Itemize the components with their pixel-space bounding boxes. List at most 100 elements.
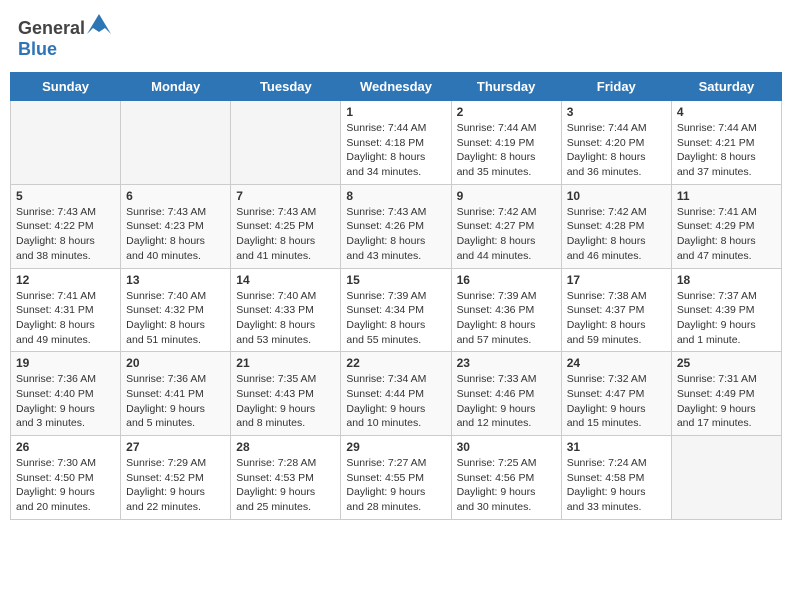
calendar-cell: 22 Sunrise: 7:34 AM Sunset: 4:44 PM Dayli…	[341, 352, 451, 436]
day-header-wednesday: Wednesday	[341, 73, 451, 101]
day-number: 26	[16, 440, 115, 454]
calendar-cell: 18Sunrise: 7:37 AM Sunset: 4:39 PM Dayli…	[671, 268, 781, 352]
day-info: Sunrise: 7:32 AM Sunset: 4:47 PM Dayligh…	[567, 372, 666, 431]
day-number: 31	[567, 440, 666, 454]
day-info: Sunrise: 7:44 AM Sunset: 4:20 PM Dayligh…	[567, 121, 666, 180]
calendar-cell	[671, 436, 781, 520]
calendar-cell: 12 Sunrise: 7:41 AM Sunset: 4:31 PM Dayli…	[11, 268, 121, 352]
day-header-monday: Monday	[121, 73, 231, 101]
calendar-cell: 16 Sunrise: 7:39 AM Sunset: 4:36 PM Dayli…	[451, 268, 561, 352]
logo: General Blue	[18, 14, 111, 60]
calendar-cell: 10 Sunrise: 7:42 AM Sunset: 4:28 PM Dayli…	[561, 184, 671, 268]
day-info: Sunrise: 7:31 AM Sunset: 4:49 PM Dayligh…	[677, 372, 776, 431]
calendar-cell: 24 Sunrise: 7:32 AM Sunset: 4:47 PM Dayli…	[561, 352, 671, 436]
calendar-cell: 19 Sunrise: 7:36 AM Sunset: 4:40 PM Dayli…	[11, 352, 121, 436]
day-number: 14	[236, 273, 335, 287]
day-number: 7	[236, 189, 335, 203]
calendar-cell: 5 Sunrise: 7:43 AM Sunset: 4:22 PM Daylig…	[11, 184, 121, 268]
day-info: Sunrise: 7:41 AM Sunset: 4:31 PM Dayligh…	[16, 289, 115, 348]
day-info: Sunrise: 7:27 AM Sunset: 4:55 PM Dayligh…	[346, 456, 445, 515]
day-number: 15	[346, 273, 445, 287]
day-info: Sunrise: 7:38 AM Sunset: 4:37 PM Dayligh…	[567, 289, 666, 348]
day-info: Sunrise: 7:43 AM Sunset: 4:25 PM Dayligh…	[236, 205, 335, 264]
calendar-cell	[11, 101, 121, 185]
day-number: 2	[457, 105, 556, 119]
calendar-cell: 25 Sunrise: 7:31 AM Sunset: 4:49 PM Dayli…	[671, 352, 781, 436]
day-info: Sunrise: 7:39 AM Sunset: 4:36 PM Dayligh…	[457, 289, 556, 348]
day-info: Sunrise: 7:34 AM Sunset: 4:44 PM Dayligh…	[346, 372, 445, 431]
day-number: 11	[677, 189, 776, 203]
day-number: 30	[457, 440, 556, 454]
day-header-friday: Friday	[561, 73, 671, 101]
day-info: Sunrise: 7:43 AM Sunset: 4:26 PM Dayligh…	[346, 205, 445, 264]
logo-general: General	[18, 18, 85, 38]
calendar-cell	[121, 101, 231, 185]
day-info: Sunrise: 7:43 AM Sunset: 4:22 PM Dayligh…	[16, 205, 115, 264]
day-info: Sunrise: 7:25 AM Sunset: 4:56 PM Dayligh…	[457, 456, 556, 515]
day-number: 16	[457, 273, 556, 287]
day-header-thursday: Thursday	[451, 73, 561, 101]
day-number: 1	[346, 105, 445, 119]
day-header-saturday: Saturday	[671, 73, 781, 101]
calendar-cell: 29 Sunrise: 7:27 AM Sunset: 4:55 PM Dayli…	[341, 436, 451, 520]
day-info: Sunrise: 7:42 AM Sunset: 4:27 PM Dayligh…	[457, 205, 556, 264]
calendar-cell: 20 Sunrise: 7:36 AM Sunset: 4:41 PM Dayli…	[121, 352, 231, 436]
day-number: 20	[126, 356, 225, 370]
day-number: 5	[16, 189, 115, 203]
day-number: 10	[567, 189, 666, 203]
day-info: Sunrise: 7:36 AM Sunset: 4:40 PM Dayligh…	[16, 372, 115, 431]
day-number: 29	[346, 440, 445, 454]
calendar-cell: 3 Sunrise: 7:44 AM Sunset: 4:20 PM Daylig…	[561, 101, 671, 185]
day-header-tuesday: Tuesday	[231, 73, 341, 101]
day-info: Sunrise: 7:30 AM Sunset: 4:50 PM Dayligh…	[16, 456, 115, 515]
calendar-cell: 30 Sunrise: 7:25 AM Sunset: 4:56 PM Dayli…	[451, 436, 561, 520]
calendar-cell	[231, 101, 341, 185]
calendar-cell: 11 Sunrise: 7:41 AM Sunset: 4:29 PM Dayli…	[671, 184, 781, 268]
day-number: 22	[346, 356, 445, 370]
day-number: 9	[457, 189, 556, 203]
day-number: 6	[126, 189, 225, 203]
calendar-cell: 27 Sunrise: 7:29 AM Sunset: 4:52 PM Dayli…	[121, 436, 231, 520]
day-info: Sunrise: 7:28 AM Sunset: 4:53 PM Dayligh…	[236, 456, 335, 515]
day-number: 13	[126, 273, 225, 287]
day-info: Sunrise: 7:40 AM Sunset: 4:32 PM Dayligh…	[126, 289, 225, 348]
day-number: 18	[677, 273, 776, 287]
logo-bird-icon	[87, 14, 111, 34]
day-info: Sunrise: 7:44 AM Sunset: 4:21 PM Dayligh…	[677, 121, 776, 180]
day-number: 25	[677, 356, 776, 370]
calendar-cell: 2 Sunrise: 7:44 AM Sunset: 4:19 PM Daylig…	[451, 101, 561, 185]
day-number: 4	[677, 105, 776, 119]
day-info: Sunrise: 7:42 AM Sunset: 4:28 PM Dayligh…	[567, 205, 666, 264]
calendar-cell: 28 Sunrise: 7:28 AM Sunset: 4:53 PM Dayli…	[231, 436, 341, 520]
calendar-cell: 31 Sunrise: 7:24 AM Sunset: 4:58 PM Dayli…	[561, 436, 671, 520]
header: General Blue	[10, 10, 782, 64]
day-number: 17	[567, 273, 666, 287]
day-info: Sunrise: 7:33 AM Sunset: 4:46 PM Dayligh…	[457, 372, 556, 431]
day-info: Sunrise: 7:40 AM Sunset: 4:33 PM Dayligh…	[236, 289, 335, 348]
calendar-cell: 21Sunrise: 7:35 AM Sunset: 4:43 PM Dayli…	[231, 352, 341, 436]
calendar-cell: 23 Sunrise: 7:33 AM Sunset: 4:46 PM Dayli…	[451, 352, 561, 436]
day-number: 23	[457, 356, 556, 370]
day-info: Sunrise: 7:44 AM Sunset: 4:19 PM Dayligh…	[457, 121, 556, 180]
day-number: 19	[16, 356, 115, 370]
calendar-cell: 8 Sunrise: 7:43 AM Sunset: 4:26 PM Daylig…	[341, 184, 451, 268]
day-number: 28	[236, 440, 335, 454]
day-number: 8	[346, 189, 445, 203]
calendar-cell: 1Sunrise: 7:44 AM Sunset: 4:18 PM Daylig…	[341, 101, 451, 185]
calendar-cell: 4 Sunrise: 7:44 AM Sunset: 4:21 PM Daylig…	[671, 101, 781, 185]
day-number: 24	[567, 356, 666, 370]
calendar-cell: 9 Sunrise: 7:42 AM Sunset: 4:27 PM Daylig…	[451, 184, 561, 268]
day-info: Sunrise: 7:29 AM Sunset: 4:52 PM Dayligh…	[126, 456, 225, 515]
calendar-cell: 17 Sunrise: 7:38 AM Sunset: 4:37 PM Dayli…	[561, 268, 671, 352]
day-number: 3	[567, 105, 666, 119]
day-info: Sunrise: 7:36 AM Sunset: 4:41 PM Dayligh…	[126, 372, 225, 431]
day-info: Sunrise: 7:41 AM Sunset: 4:29 PM Dayligh…	[677, 205, 776, 264]
day-number: 27	[126, 440, 225, 454]
calendar-cell: 7 Sunrise: 7:43 AM Sunset: 4:25 PM Daylig…	[231, 184, 341, 268]
calendar-cell: 13 Sunrise: 7:40 AM Sunset: 4:32 PM Dayli…	[121, 268, 231, 352]
day-info: Sunrise: 7:24 AM Sunset: 4:58 PM Dayligh…	[567, 456, 666, 515]
calendar-cell: 26 Sunrise: 7:30 AM Sunset: 4:50 PM Dayli…	[11, 436, 121, 520]
day-number: 12	[16, 273, 115, 287]
calendar-cell: 14 Sunrise: 7:40 AM Sunset: 4:33 PM Dayli…	[231, 268, 341, 352]
day-number: 21	[236, 356, 335, 370]
